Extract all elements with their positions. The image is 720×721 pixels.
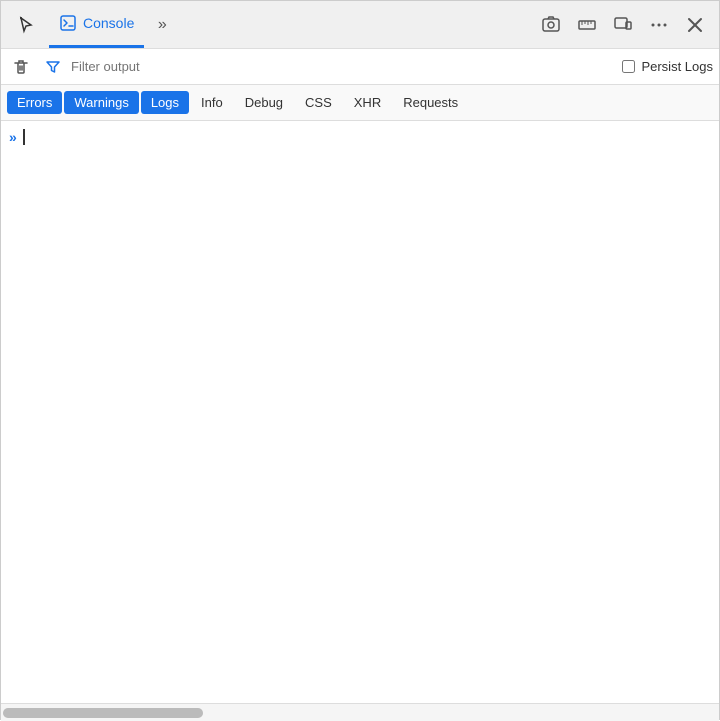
clear-console-btn[interactable] bbox=[7, 53, 35, 81]
screenshot-btn[interactable] bbox=[535, 9, 567, 41]
level-tabs: Errors Warnings Logs Info Debug CSS XHR … bbox=[1, 85, 719, 121]
console-tab-label: Console bbox=[83, 15, 134, 31]
funnel-icon bbox=[45, 59, 61, 75]
tab-warnings[interactable]: Warnings bbox=[64, 91, 138, 114]
bottom-scrollbar bbox=[1, 703, 719, 721]
persist-logs-section: Persist Logs bbox=[622, 59, 713, 74]
tab-info[interactable]: Info bbox=[191, 91, 233, 114]
more-tabs-icon: » bbox=[158, 16, 167, 34]
close-icon bbox=[687, 17, 703, 33]
console-prompt-row: » bbox=[1, 125, 719, 149]
tab-xhr[interactable]: XHR bbox=[344, 91, 391, 114]
tab-requests[interactable]: Requests bbox=[393, 91, 468, 114]
console-tab-icon bbox=[59, 14, 77, 32]
console-svg-icon bbox=[60, 15, 76, 31]
trash-icon bbox=[12, 58, 30, 76]
more-tabs-btn[interactable]: » bbox=[148, 11, 176, 39]
prompt-arrows[interactable]: » bbox=[9, 129, 17, 145]
tab-debug[interactable]: Debug bbox=[235, 91, 293, 114]
console-output[interactable]: » bbox=[1, 121, 719, 703]
scrollbar-thumb[interactable] bbox=[3, 708, 203, 718]
filter-bar: Persist Logs bbox=[1, 49, 719, 85]
more-options-icon bbox=[649, 15, 669, 35]
responsive-icon bbox=[613, 15, 633, 35]
screenshot-icon bbox=[541, 15, 561, 35]
cursor-icon-btn[interactable] bbox=[9, 7, 45, 43]
persist-logs-checkbox[interactable] bbox=[622, 60, 635, 73]
ruler-btn[interactable] bbox=[571, 9, 603, 41]
tab-errors[interactable]: Errors bbox=[7, 91, 62, 114]
text-cursor bbox=[23, 129, 25, 145]
cursor-icon bbox=[17, 15, 37, 35]
persist-logs-label: Persist Logs bbox=[641, 59, 713, 74]
scrollbar-track bbox=[3, 708, 203, 718]
top-toolbar: Console » bbox=[1, 1, 719, 49]
filter-input[interactable] bbox=[71, 59, 616, 74]
close-btn[interactable] bbox=[679, 9, 711, 41]
tab-logs[interactable]: Logs bbox=[141, 91, 189, 114]
ruler-icon bbox=[577, 15, 597, 35]
console-tab[interactable]: Console bbox=[49, 1, 144, 48]
responsive-btn[interactable] bbox=[607, 9, 639, 41]
more-options-btn[interactable] bbox=[643, 9, 675, 41]
filter-icon bbox=[41, 55, 65, 79]
tab-css[interactable]: CSS bbox=[295, 91, 342, 114]
